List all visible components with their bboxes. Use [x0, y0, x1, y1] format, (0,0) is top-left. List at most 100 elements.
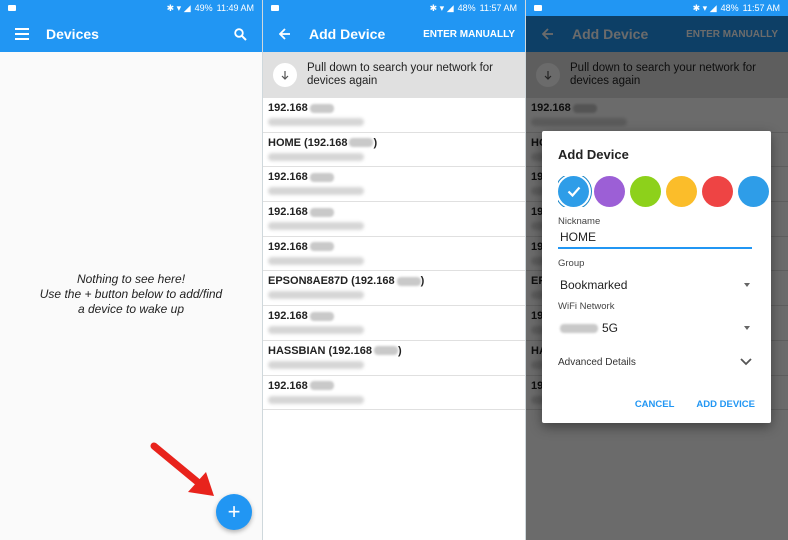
device-name-text: 192.168: [268, 240, 308, 253]
plus-icon: +: [227, 499, 241, 524]
device-list-item[interactable]: 192.168: [263, 202, 525, 237]
redacted-ip: [309, 381, 334, 391]
redacted-mac-address: [268, 256, 364, 265]
back-arrow-icon[interactable]: [273, 22, 297, 46]
device-name: 192.168: [268, 102, 519, 114]
redacted-ssid: [560, 323, 598, 333]
redacted-mac-address: [268, 360, 364, 369]
status-time: 11:57 AM: [479, 3, 517, 13]
group-select[interactable]: Bookmarked: [558, 275, 752, 295]
color-swatch[interactable]: [738, 176, 769, 207]
wifi-network-select[interactable]: 5G: [558, 318, 752, 338]
cancel-button[interactable]: CANCEL: [635, 399, 675, 410]
redacted-ip: [309, 242, 334, 252]
group-label: Group: [558, 258, 585, 269]
device-name: 192.168: [268, 380, 519, 392]
device-name: HASSBIAN (192.168): [268, 345, 519, 357]
wifi-value: 5G: [602, 321, 619, 335]
advanced-details-label: Advanced Details: [558, 356, 636, 368]
redacted-ip: [309, 103, 334, 113]
redacted-mac-address: [268, 152, 364, 161]
app-bar: Devices: [0, 16, 262, 52]
search-icon[interactable]: [228, 22, 252, 46]
device-name: EPSON8AE87D (192.168): [268, 275, 519, 287]
notification-icon: [8, 5, 16, 11]
color-swatch-selected[interactable]: [558, 176, 589, 207]
redacted-mac-address: [268, 395, 364, 404]
signal-icons: ✱ ▾ ◢: [429, 2, 454, 13]
dropdown-caret-icon: [744, 283, 750, 287]
status-bar: ✱ ▾ ◢ 49% 11:49 AM: [0, 0, 262, 16]
battery-level: 48%: [457, 3, 476, 13]
signal-icons: ✱ ▾ ◢: [166, 2, 191, 13]
device-list-item[interactable]: 192.168: [263, 237, 525, 272]
device-name-text: 192.168: [268, 102, 308, 114]
page-title: Devices: [46, 26, 99, 42]
device-name: HOME (192.168): [268, 137, 519, 149]
color-swatch[interactable]: [594, 176, 625, 207]
devices-screen: ✱ ▾ ◢ 49% 11:49 AM Devices Nothing to se…: [0, 0, 262, 540]
redacted-mac-address: [268, 222, 364, 231]
device-name-text: HASSBIAN (192.168: [268, 344, 372, 357]
app-bar: Add Device ENTER MANUALLY: [263, 16, 525, 52]
pull-hint-text: Pull down to search your network for dev…: [307, 62, 494, 87]
redacted-ip: [349, 138, 374, 148]
page-title: Add Device: [309, 26, 386, 42]
redacted-ip: [373, 346, 398, 356]
group-value: Bookmarked: [560, 278, 628, 292]
dialog-title: Add Device: [558, 147, 629, 162]
redacted-ip: [309, 311, 334, 321]
add-device-fab[interactable]: +: [216, 494, 252, 530]
add-device-dialog: Add Device Nickname Group Bookmarked WiF…: [542, 131, 771, 423]
redacted-ip: [396, 277, 421, 287]
notification-icon: [534, 5, 542, 11]
empty-state-message: Nothing to see here! Use the + button be…: [39, 272, 223, 316]
add-device-button[interactable]: ADD DEVICE: [696, 399, 755, 410]
device-name-text: 192.168: [268, 171, 308, 184]
device-name-text: 192.168: [268, 379, 308, 392]
color-swatch[interactable]: [630, 176, 661, 207]
device-list-item[interactable]: 192.168: [263, 376, 525, 411]
pull-to-refresh-banner: Pull down to search your network for dev…: [263, 52, 525, 98]
device-list-item[interactable]: HOME (192.168): [263, 133, 525, 168]
device-name: 192.168: [268, 206, 519, 218]
advanced-details-toggle[interactable]: Advanced Details: [558, 353, 752, 371]
battery-level: 49%: [194, 3, 213, 13]
redacted-mac-address: [268, 326, 364, 335]
nickname-field[interactable]: [558, 227, 752, 249]
enter-manually-button[interactable]: ENTER MANUALLY: [423, 29, 515, 40]
color-picker: [558, 176, 773, 207]
device-name: 192.168: [268, 310, 519, 322]
device-name: 192.168: [268, 241, 519, 253]
dialog-actions: CANCEL ADD DEVICE: [635, 399, 755, 410]
redacted-ip: [309, 172, 334, 182]
chevron-down-icon: [740, 353, 752, 371]
color-swatch[interactable]: [702, 176, 733, 207]
status-time: 11:49 AM: [216, 3, 254, 13]
device-list-item[interactable]: 192.168: [263, 306, 525, 341]
status-bar: ✱ ▾ ◢ 48% 11:57 AM: [263, 0, 525, 16]
device-list-item[interactable]: HASSBIAN (192.168): [263, 341, 525, 376]
red-arrow-annotation: [150, 442, 214, 496]
device-name-suffix: ): [373, 136, 378, 149]
redacted-ip: [309, 207, 334, 217]
device-name: 192.168: [268, 171, 519, 183]
device-list-item[interactable]: 192.168: [263, 167, 525, 203]
check-icon: [567, 186, 580, 197]
nickname-label: Nickname: [558, 216, 601, 227]
device-list-item[interactable]: 192.168: [263, 98, 525, 133]
device-name-text: HOME (192.168: [268, 136, 348, 149]
device-name-suffix: ): [420, 275, 425, 288]
wifi-label: WiFi Network: [558, 301, 615, 312]
color-swatch[interactable]: [666, 176, 697, 207]
signal-icons: ✱ ▾ ◢: [692, 2, 717, 13]
menu-icon[interactable]: [10, 22, 34, 46]
dropdown-caret-icon: [744, 326, 750, 330]
device-name-text: 192.168: [268, 206, 308, 219]
notification-icon: [271, 5, 279, 11]
device-list-item[interactable]: EPSON8AE87D (192.168): [263, 271, 525, 307]
device-name-text: 192.168: [268, 310, 308, 323]
add-device-screen: ✱ ▾ ◢ 48% 11:57 AM Add Device ENTER MANU…: [263, 0, 525, 540]
device-name-suffix: ): [397, 344, 402, 357]
status-bar: ✱ ▾ ◢ 48% 11:57 AM: [526, 0, 788, 16]
